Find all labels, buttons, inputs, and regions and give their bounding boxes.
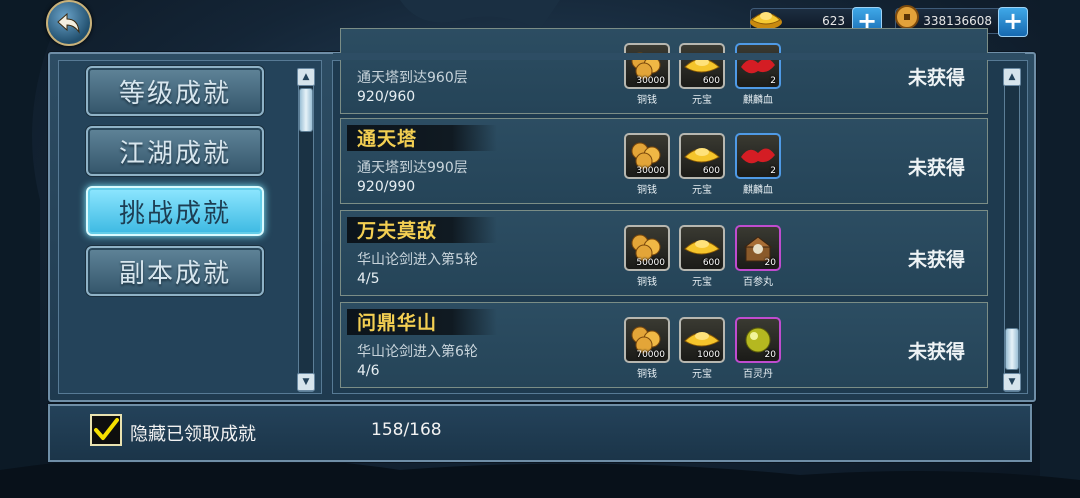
reward-ingot[interactable]: 600 [679,43,725,89]
reward-copper[interactable]: 70000 [624,317,670,363]
achievement-row: 万夫莫敌 华山论剑进入第5轮 4/5 未获得 50000 铜钱 600 元宝 2… [340,210,988,296]
back-arrow-icon [57,12,80,34]
reward-copper[interactable]: 30000 [624,43,670,89]
reward-qty: 70000 [636,350,665,360]
reward-qty: 600 [702,166,720,176]
reward-name: 百灵丹 [743,369,773,380]
reward-qty: 600 [702,258,720,268]
reward-name: 铜钱 [637,185,657,196]
reward-name: 百参丸 [743,277,773,288]
achievement-desc: 通天塔到达990层 [357,160,468,176]
achievement-scroll-down-icon[interactable]: ▼ [1003,373,1021,391]
hide-claimed-label[interactable]: 隐藏已领取成就 [130,420,256,446]
achievement-title: 问鼎华山 [357,312,438,334]
category-scroll-down-icon[interactable]: ▼ [297,373,315,391]
achievement-desc: 通天塔到达960层 [357,70,468,86]
achievement-title: 通天塔 [357,128,418,150]
reward-qilin-blood[interactable]: 2 [735,43,781,89]
reward-name: 元宝 [692,185,712,196]
add-copper-button[interactable]: + [998,7,1028,37]
hide-claimed-checkbox[interactable] [90,414,122,446]
reward-ingot[interactable]: 1000 [679,317,725,363]
tab-level-achievements[interactable]: 等级成就 [86,66,264,116]
reward-copper[interactable]: 30000 [624,133,670,179]
reward-name: 麒麟血 [743,95,773,106]
reward-ingot[interactable]: 600 [679,133,725,179]
reward-spirit-pill[interactable]: 20 [735,317,781,363]
reward-name: 麒麟血 [743,185,773,196]
reward-qty: 50000 [636,258,665,268]
reward-copper[interactable]: 50000 [624,225,670,271]
reward-ingot[interactable]: 600 [679,225,725,271]
reward-name: 铜钱 [637,95,657,106]
reward-qty: 600 [702,76,720,86]
achievement-status: 未获得 [907,67,965,89]
reward-qty: 20 [764,350,776,360]
reward-qty: 20 [764,258,776,268]
achievement-progress: 920/960 [357,89,416,105]
tab-dungeon-achievements[interactable]: 副本成就 [86,246,264,296]
achievement-status: 未获得 [907,249,965,271]
reward-ginseng-pill[interactable]: 20 [735,225,781,271]
achievement-status: 未获得 [907,341,965,363]
achievement-row: 问鼎华山 华山论剑进入第6轮 4/6 未获得 70000 铜钱 1000 元宝 … [340,302,988,388]
achievement-row: 通天塔 通天塔到达990层 920/990 未获得 30000 铜钱 600 元… [340,118,988,204]
reward-qilin-blood[interactable]: 2 [735,133,781,179]
reward-qty: 30000 [636,166,665,176]
reward-name: 元宝 [692,369,712,380]
reward-qty: 2 [770,166,776,176]
back-button[interactable] [46,0,92,46]
category-scroll-up-icon[interactable]: ▲ [297,68,315,86]
checkmark-icon [94,418,119,440]
tab-jianghu-achievements[interactable]: 江湖成就 [86,126,264,176]
reward-qty: 1000 [697,350,720,360]
ingot-amount: 623 [822,14,845,28]
list-top-edge [333,53,1025,60]
tab-challenge-achievements[interactable]: 挑战成就 [86,186,264,236]
category-scroll-thumb[interactable] [299,88,313,132]
achievement-status: 未获得 [907,157,965,179]
achievement-row: 通天塔到达960层 920/960 未获得 30000 铜钱 600 元宝 2 … [340,28,988,114]
achievement-progress: 4/5 [357,271,380,287]
achievement-title: 万夫莫敌 [357,220,438,242]
achievement-count: 158/168 [371,420,442,440]
achievement-desc: 华山论剑进入第5轮 [357,252,478,268]
reward-name: 铜钱 [637,369,657,380]
copper-coin-icon [895,5,919,29]
reward-name: 元宝 [692,95,712,106]
reward-name: 元宝 [692,277,712,288]
reward-name: 铜钱 [637,277,657,288]
reward-qty: 30000 [636,76,665,86]
achievement-scroll-up-icon[interactable]: ▲ [1003,68,1021,86]
achievement-scroll-thumb[interactable] [1005,328,1019,370]
achievement-progress: 920/990 [357,179,416,195]
copper-amount: 338136608 [923,14,992,28]
reward-qty: 2 [770,76,776,86]
achievement-progress: 4/6 [357,363,380,379]
achievement-desc: 华山论剑进入第6轮 [357,344,478,360]
